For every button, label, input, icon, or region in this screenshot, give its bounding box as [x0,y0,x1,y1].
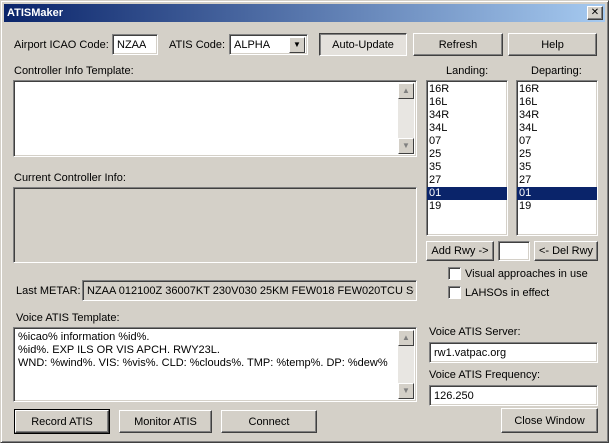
landing-runway-list[interactable]: 16R 16L 34R 34L 07 25 35 27 01 19 [426,80,508,236]
monitor-atis-button[interactable]: Monitor ATIS [119,410,212,433]
list-item[interactable]: 34L [427,122,507,135]
atis-code-label: ATIS Code: [169,39,226,51]
title-bar[interactable]: ATISMaker ✕ [4,4,605,22]
record-atis-button[interactable]: Record ATIS [14,409,110,434]
list-item[interactable]: 35 [517,161,597,174]
voice-template-line: WND: %wind%. VIS: %vis%. CLD: %clouds%. … [18,357,388,369]
help-button[interactable]: Help [508,33,597,56]
close-window-button[interactable]: Close Window [501,408,598,433]
controller-info-template-label: Controller Info Template: [14,65,134,77]
delete-runway-button[interactable]: <- Del Rwy [534,241,598,261]
last-metar-label: Last METAR: [16,285,81,297]
departing-label: Departing: [531,65,582,77]
voice-atis-template-textarea[interactable]: %icao% information %id%. %id%. EXP ILS O… [13,327,417,402]
lahso-checkbox[interactable] [448,286,461,299]
voice-atis-server-value: rw1.vatpac.org [434,347,507,359]
list-item[interactable]: 16L [427,96,507,109]
list-item[interactable]: 16R [427,83,507,96]
voice-template-line: %id%. EXP ILS OR VIS APCH. RWY23L. [18,344,220,356]
list-item[interactable]: 16R [517,83,597,96]
add-runway-button[interactable]: Add Rwy -> [426,241,494,261]
list-item[interactable]: 07 [517,135,597,148]
list-item[interactable]: 35 [427,161,507,174]
airport-icao-input[interactable]: NZAA [112,34,158,55]
atismaker-window: ATISMaker ✕ Airport ICAO Code: NZAA ATIS… [0,0,609,443]
current-controller-info-box [13,187,417,263]
voice-template-scrollbar[interactable]: ▲ ▼ [398,330,414,399]
auto-update-toggle[interactable]: Auto-Update [319,33,407,56]
voice-template-line: %icao% information %id%. [18,331,150,343]
atis-code-value: ALPHA [234,39,271,51]
airport-icao-label: Airport ICAO Code: [14,39,109,51]
landing-runway-items: 16R 16L 34R 34L 07 25 35 27 01 19 [427,81,507,213]
scroll-down-icon[interactable]: ▼ [398,383,414,399]
list-item[interactable]: 19 [517,200,597,213]
list-item[interactable]: 34R [427,109,507,122]
voice-atis-server-label: Voice ATIS Server: [429,326,521,338]
voice-atis-frequency-value: 126.250 [434,390,474,402]
list-item[interactable]: 19 [427,200,507,213]
airport-icao-value: NZAA [117,39,147,51]
visual-approaches-label: Visual approaches in use [465,268,588,280]
voice-atis-server-input[interactable]: rw1.vatpac.org [429,342,598,363]
controller-info-template-textarea[interactable]: ▲ ▼ [13,80,417,157]
list-item[interactable]: 25 [427,148,507,161]
dropdown-arrow-icon[interactable]: ▼ [289,37,305,53]
voice-atis-template-lines: %icao% information %id%. %id%. EXP ILS O… [18,331,396,370]
list-item[interactable]: 34R [517,109,597,122]
scroll-up-icon[interactable]: ▲ [398,330,414,346]
current-controller-info-label: Current Controller Info: [14,172,126,184]
list-item[interactable]: 16L [517,96,597,109]
last-metar-value: NZAA 012100Z 36007KT 230V030 25KM FEW018… [87,285,414,297]
new-runway-input[interactable] [498,241,530,261]
lahso-label: LAHSOs in effect [465,287,550,299]
list-item[interactable]: 27 [427,174,507,187]
voice-atis-template-label: Voice ATIS Template: [16,312,120,324]
window-title: ATISMaker [7,7,64,19]
close-icon[interactable]: ✕ [587,6,603,20]
refresh-button[interactable]: Refresh [413,33,503,56]
departing-runway-list[interactable]: 16R 16L 34R 34L 07 25 35 27 01 19 [516,80,598,236]
controller-info-scrollbar[interactable]: ▲ ▼ [398,83,414,154]
list-item[interactable]: 07 [427,135,507,148]
landing-label: Landing: [446,65,489,77]
list-item[interactable]: 01 [517,187,597,200]
voice-atis-frequency-label: Voice ATIS Frequency: [429,369,541,381]
list-item[interactable]: 34L [517,122,597,135]
visual-approaches-checkbox[interactable] [448,267,461,280]
list-item[interactable]: 27 [517,174,597,187]
scroll-up-icon[interactable]: ▲ [398,83,414,99]
scroll-down-icon[interactable]: ▼ [398,138,414,154]
last-metar-field: NZAA 012100Z 36007KT 230V030 25KM FEW018… [82,280,417,301]
atis-code-select[interactable]: ALPHA ▼ [229,34,308,55]
departing-runway-items: 16R 16L 34R 34L 07 25 35 27 01 19 [517,81,597,213]
list-item[interactable]: 01 [427,187,507,200]
list-item[interactable]: 25 [517,148,597,161]
connect-button[interactable]: Connect [221,410,317,433]
voice-atis-frequency-input[interactable]: 126.250 [429,385,598,406]
